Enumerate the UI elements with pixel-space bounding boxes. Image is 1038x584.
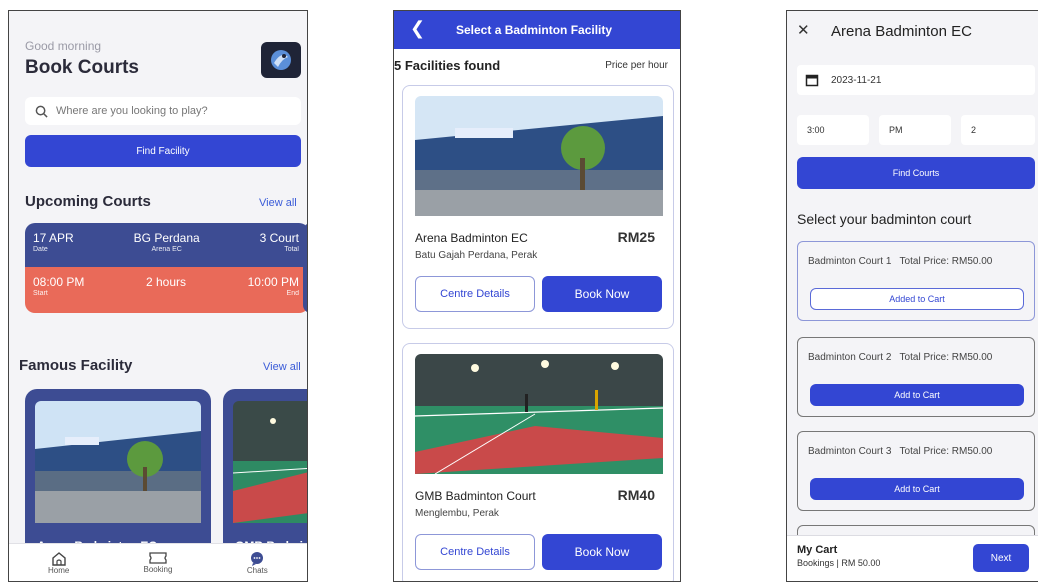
booking-start-label: Start (33, 290, 48, 297)
book-now-button[interactable]: Book Now (542, 276, 662, 312)
booking-end-time: 10:00 PM (247, 275, 299, 289)
booking-date-label: Date (33, 246, 48, 253)
close-icon[interactable]: ✕ (797, 21, 810, 39)
court-price: Total Price: RM50.00 (899, 446, 993, 457)
booking-courts: 3 Court (259, 231, 299, 245)
add-to-cart-button[interactable]: Add to Cart (810, 384, 1024, 406)
tab-booking[interactable]: Booking (113, 551, 203, 574)
facility-list-screen: ❮ Select a Badminton Facility 5 Faciliti… (393, 10, 681, 582)
app-header: ❮ Select a Badminton Facility (394, 11, 680, 49)
facility-name: GMB Badminton Court (415, 489, 536, 503)
upcoming-courts-title: Upcoming Courts (25, 193, 151, 210)
search-icon (35, 105, 48, 118)
facility-card[interactable]: GMB Badminton Court Menglembu, Perak RM4… (402, 343, 674, 581)
ampm-field[interactable]: PM (879, 115, 951, 145)
search-bar[interactable] (25, 97, 301, 125)
add-to-cart-button[interactable]: Add to Cart (810, 478, 1024, 500)
tab-home-label: Home (47, 565, 70, 575)
greeting-text: Good morning (25, 39, 102, 53)
court-card[interactable]: Badminton Court 1 Total Price: RM50.00 A… (797, 241, 1035, 321)
court-price: Total Price: RM50.00 (899, 352, 993, 363)
facility-name: Arena Badminton EC (415, 231, 528, 245)
book-now-button[interactable]: Book Now (542, 534, 662, 570)
ampm-value: PM (889, 125, 903, 135)
centre-details-button[interactable]: Centre Details (415, 534, 535, 570)
avatar[interactable] (261, 42, 301, 78)
booking-courts-label: Total (284, 246, 299, 253)
added-to-cart-button[interactable]: Added to Cart (810, 288, 1024, 310)
cart-title: My Cart (797, 544, 838, 556)
booking-date: 17 APR (33, 231, 74, 245)
famous-facility-card[interactable]: GMB Badmi (223, 389, 307, 559)
home-icon (51, 551, 66, 566)
court-info: Badminton Court 2 Total Price: RM50.00 (808, 352, 992, 363)
facility-price: RM40 (617, 487, 655, 503)
facility-location: Menglembu, Perak (415, 508, 499, 519)
page-title: Book Courts (25, 57, 139, 78)
logo-icon (271, 50, 291, 70)
upcoming-court-card[interactable]: 17 APR Date BG Perdana Arena EC 3 Court … (25, 223, 307, 313)
home-screen: Good morning Book Courts Find Facility U… (8, 10, 308, 582)
find-facility-button[interactable]: Find Facility (25, 135, 301, 167)
court-info: Badminton Court 1 Total Price: RM50.00 (808, 256, 992, 267)
date-field[interactable]: 2023-11-21 (797, 65, 1035, 95)
next-button[interactable]: Next (973, 544, 1029, 572)
facility-price: RM25 (617, 229, 655, 245)
facility-photo-gmb (415, 354, 663, 474)
ticket-icon (149, 552, 167, 564)
famous-facility-card[interactable]: Arena Badminton EC (25, 389, 211, 559)
app-header: ✕ Arena Badminton EC (787, 11, 1038, 51)
facilities-count: 5 Facilities found (394, 58, 501, 73)
booking-duration: 2 hours (145, 275, 187, 289)
facility-photo-arena (415, 96, 663, 216)
court-info: Badminton Court 3 Total Price: RM50.00 (808, 446, 992, 457)
facility-location: Batu Gajah Perdana, Perak (415, 250, 538, 261)
famous-view-all-link[interactable]: View all (263, 361, 301, 373)
tab-home[interactable]: Home (14, 551, 104, 575)
facility-photo-gmb (233, 401, 307, 523)
court-name: Badminton Court 1 (808, 256, 892, 267)
tab-chats[interactable]: Chats (212, 551, 302, 575)
find-courts-button[interactable]: Find Courts (797, 157, 1035, 189)
next-upcoming-card-peek[interactable] (303, 223, 307, 313)
header-title: Arena Badminton EC (831, 23, 972, 40)
calendar-icon (805, 74, 819, 87)
facility-card[interactable]: Arena Badminton EC Batu Gajah Perdana, P… (402, 85, 674, 329)
date-value: 2023-11-21 (831, 74, 882, 86)
booking-start-time: 08:00 PM (33, 275, 85, 289)
cart-footer: My Cart Bookings | RM 50.00 Next (787, 535, 1038, 581)
header-title: Select a Badminton Facility (456, 23, 613, 37)
back-icon[interactable]: ❮ (410, 18, 425, 39)
chat-icon (251, 551, 264, 566)
booking-end-label: End (286, 290, 299, 297)
tab-chats-label: Chats (246, 565, 268, 575)
search-input[interactable] (56, 105, 286, 117)
booking-venue: BG Perdana (133, 231, 200, 245)
tab-booking-label: Booking (143, 565, 173, 574)
select-court-title: Select your badminton court (797, 211, 972, 227)
centre-details-button[interactable]: Centre Details (415, 276, 535, 312)
court-booking-screen: ✕ Arena Badminton EC 2023-11-21 3:00 PM … (786, 10, 1038, 582)
court-card[interactable]: Badminton Court 2 Total Price: RM50.00 A… (797, 337, 1035, 417)
court-name: Badminton Court 3 (808, 446, 892, 457)
bottom-tab-bar: Home Booking Chats (9, 543, 307, 581)
time-value: 3:00 (807, 125, 825, 135)
famous-facility-title: Famous Facility (19, 357, 133, 374)
facility-photo-arena (35, 401, 201, 523)
hours-field[interactable]: 2 (961, 115, 1035, 145)
booking-venue-sub: Arena EC (151, 246, 182, 253)
time-field[interactable]: 3:00 (797, 115, 869, 145)
court-price: Total Price: RM50.00 (899, 256, 993, 267)
hours-value: 2 (971, 125, 977, 135)
court-card[interactable]: Badminton Court 3 Total Price: RM50.00 A… (797, 431, 1035, 511)
price-per-hour-label: Price per hour (605, 60, 668, 71)
cart-summary: Bookings | RM 50.00 (797, 558, 881, 568)
court-name: Badminton Court 2 (808, 352, 892, 363)
upcoming-view-all-link[interactable]: View all (259, 197, 297, 209)
